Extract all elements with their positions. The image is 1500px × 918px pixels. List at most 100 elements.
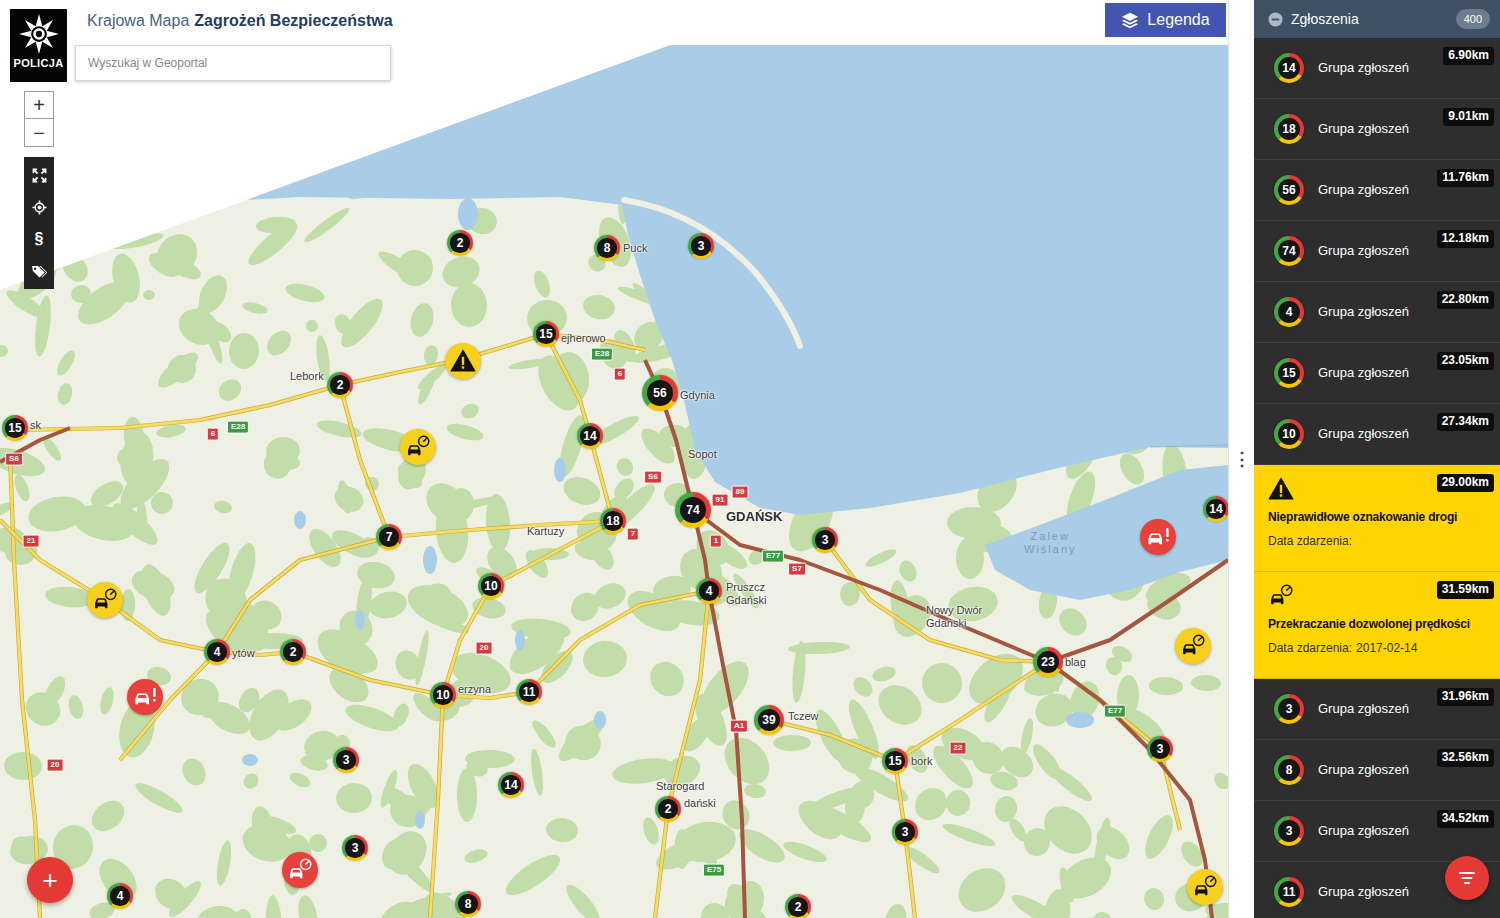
report-cluster-marker[interactable]: 4 [107,883,133,909]
accident-marker[interactable] [127,679,163,715]
place-label: dański [684,797,716,810]
cluster-count: 18 [603,511,622,530]
report-cluster-marker[interactable]: 3 [812,527,838,553]
report-group-row[interactable]: 14Grupa zgłoszeń6.90km [1254,38,1500,99]
filter-button[interactable] [1445,856,1489,900]
cluster-count: 14 [1206,499,1225,518]
report-cluster-marker[interactable]: 10 [430,682,456,708]
cluster-badge[interactable]: 3 [1274,694,1304,724]
report-cluster-marker[interactable]: 2 [327,372,353,398]
report-cluster-marker[interactable]: 15 [2,415,28,441]
report-group-row[interactable]: 15Grupa zgłoszeń23.05km [1254,343,1500,404]
report-cluster-marker[interactable]: 15 [882,748,908,774]
cluster-count: 3 [1278,820,1300,842]
panel-menu-button[interactable]: ⋮ [1233,446,1251,473]
report-cluster-marker[interactable]: 8 [594,235,620,261]
sidebar-title: Zgłoszenia [1291,9,1359,30]
report-cluster-marker[interactable]: 14 [577,423,603,449]
speeding-marker[interactable] [1187,869,1223,905]
report-group-row[interactable]: 10Grupa zgłoszeń27.34km [1254,404,1500,465]
road-number-text: E77 [766,551,780,560]
cluster-badge[interactable]: 11 [1274,877,1304,907]
zoom-in-button[interactable]: + [24,91,54,119]
report-cluster-marker[interactable]: 4 [696,578,722,604]
fullscreen-tool[interactable] [24,159,54,191]
add-report-button[interactable]: + [27,857,73,903]
report-cluster-marker[interactable]: 3 [333,747,359,773]
report-group-row[interactable]: 8Grupa zgłoszeń32.56km [1254,740,1500,801]
report-cluster-marker[interactable]: 4 [204,639,230,665]
cluster-badge[interactable]: 14 [1274,53,1304,83]
zoom-out-button[interactable]: − [24,119,54,147]
cluster-badge[interactable]: 18 [1274,114,1304,144]
report-cluster-marker[interactable]: 74 [675,492,711,528]
speeding-marker[interactable] [400,429,436,465]
report-group-row[interactable]: 4Grupa zgłoszeń22.80km [1254,282,1500,343]
legend-button[interactable]: Legenda [1105,3,1226,37]
speeding-report-row[interactable]: Przekraczanie dozwolonej prędkościData z… [1254,572,1500,679]
cluster-count: 2 [658,799,677,818]
marker-disc [1175,628,1211,664]
report-cluster-marker[interactable]: 56 [642,375,678,411]
report-cluster-marker[interactable]: 3 [1147,736,1173,762]
legend-label: Legenda [1147,8,1209,32]
law-tool[interactable]: § [24,223,54,255]
place-label-line: GDAŃSK [726,510,782,525]
road-number: E28 [591,348,613,361]
report-cluster-marker[interactable]: 2 [280,639,306,665]
report-cluster-marker[interactable]: 15 [533,321,559,347]
report-group-row[interactable]: 3Grupa zgłoszeń34.52km [1254,801,1500,862]
warning-report-row[interactable]: Nieprawidłowe oznakowanie drogiData zdar… [1254,465,1500,572]
report-cluster-marker[interactable]: 3 [892,819,918,845]
report-cluster-marker[interactable]: 11 [516,679,542,705]
locate-tool[interactable] [24,191,54,223]
report-cluster-marker[interactable]: 3 [688,233,714,259]
speeding-marker[interactable] [87,582,123,618]
cluster-badge[interactable]: 3 [1274,816,1304,846]
geoportal-search[interactable] [75,45,391,81]
report-cluster-marker[interactable]: 7 [376,524,402,550]
place-label: Sopot [688,448,717,461]
report-cluster-marker[interactable]: 2 [447,230,473,256]
report-cluster-marker[interactable]: 2 [655,796,681,822]
road-number-text: E75 [707,865,721,874]
date-value: 2017-02-14 [1356,641,1417,655]
report-group-row[interactable]: 74Grupa zgłoszeń12.18km [1254,221,1500,282]
report-cluster-marker[interactable]: 2 [785,894,811,918]
speeding-marker[interactable] [282,852,318,888]
speeding-marker[interactable] [1175,628,1211,664]
tags-tool[interactable] [24,255,54,287]
place-label-line: Gdański [726,594,766,607]
report-cluster-marker[interactable]: 3 [342,835,368,861]
report-group-row[interactable]: 56Grupa zgłoszeń11.76km [1254,160,1500,221]
cluster-badge[interactable]: 10 [1274,419,1304,449]
cluster-count: 4 [1278,301,1300,323]
report-group-row[interactable]: 3Grupa zgłoszeń31.96km [1254,679,1500,740]
report-group-row[interactable]: 18Grupa zgłoszeń9.01km [1254,99,1500,160]
cluster-count: 3 [815,530,834,549]
cluster-badge[interactable]: 74 [1274,236,1304,266]
police-logo[interactable]: POLICJA [10,9,67,82]
cluster-badge[interactable]: 4 [1274,297,1304,327]
report-cluster-marker[interactable]: 18 [600,508,626,534]
place-label: Gdynia [680,389,715,402]
report-title: Nieprawidłowe oznakowanie drogi [1268,510,1492,526]
report-cluster-marker[interactable]: 8 [455,891,481,917]
cluster-badge[interactable]: 56 [1274,175,1304,205]
report-cluster-marker[interactable]: 14 [1203,496,1228,522]
report-cluster-marker[interactable]: 14 [498,772,524,798]
panel-splitter[interactable]: ⋮ [1228,0,1254,918]
map-pane[interactable]: PuckejherowoLeborkskGdyniaSopotGDAŃSKKar… [0,0,1228,918]
cluster-count: 74 [1278,240,1300,262]
report-cluster-marker[interactable]: 23 [1033,647,1063,677]
cluster-badge[interactable]: 8 [1274,755,1304,785]
report-cluster-marker[interactable]: 39 [754,705,784,735]
collapse-minus-icon[interactable] [1268,12,1283,27]
cluster-badge[interactable]: 15 [1274,358,1304,388]
map-canvas[interactable] [0,0,1228,918]
warning-marker[interactable] [445,343,481,379]
report-cluster-marker[interactable]: 10 [478,573,504,599]
sidebar-header[interactable]: Zgłoszenia400 [1254,0,1500,38]
road-number: E28 [227,421,249,434]
accident-marker[interactable] [1140,519,1176,555]
